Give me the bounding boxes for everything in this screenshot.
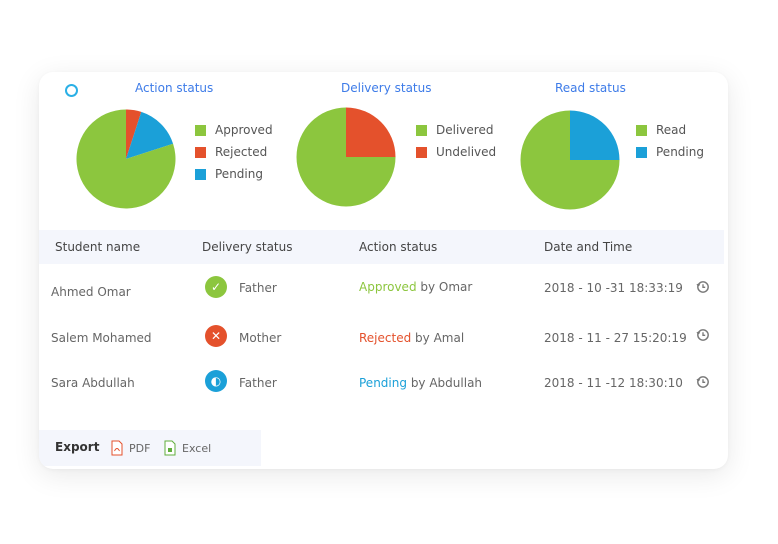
column-header-action-status[interactable]: Action status [359,230,437,264]
action-status-label: Rejected [359,331,412,345]
history-icon[interactable] [696,280,710,294]
pie-chart-read-status [520,110,620,210]
action-status-label: Approved [359,280,417,294]
legend-label: Rejected [215,145,268,159]
loading-ring-icon [65,84,78,97]
excel-label: Excel [182,441,212,455]
half-circle-icon: ◐ [205,370,227,392]
legend-item: Delivered [416,119,496,141]
legend-swatch [636,124,647,136]
legend-label: Read [656,123,687,137]
action-by: by Amal [415,331,465,345]
history-icon[interactable] [696,328,710,342]
legend-swatch [195,168,206,180]
action-status-text: Approved by Omar [359,279,472,295]
legend-item: Pending [195,163,273,185]
legend-item: Approved [195,119,273,141]
legend-swatch [195,146,206,158]
action-status-label: Pending [359,376,407,390]
legend-swatch [416,146,427,158]
legend-item: Read [636,119,704,141]
excel-file-icon [164,440,176,456]
table-row[interactable]: Ahmed Omar ✓ Father Approved by Omar 201… [39,271,728,311]
delivered-to: Father [239,376,277,390]
delivered-to: Mother [239,331,282,345]
chart-title-delivery-status: Delivery status [341,81,432,95]
legend-swatch [416,124,427,136]
column-header-date-time[interactable]: Date and Time [544,230,632,264]
history-icon[interactable] [696,375,710,389]
action-status-text: Pending by Abdullah [359,375,482,391]
pie-chart-delivery-status [296,107,396,207]
status-card: Action status Approved Rejected Pending … [39,72,728,469]
student-name: Ahmed Omar [51,285,131,299]
date-time: 2018 - 11 - 27 15:20:19 [544,331,687,345]
legend-label: Delivered [436,123,494,137]
student-name: Salem Mohamed [51,331,152,345]
column-header-delivery-status[interactable]: Delivery status [202,230,293,264]
chart-title-read-status: Read status [555,81,626,95]
pie-chart-action-status [76,109,176,209]
legend-item: Pending [636,141,704,163]
date-time: 2018 - 11 -12 18:30:10 [544,376,683,390]
pdf-label: PDF [129,441,151,455]
legend-swatch [195,124,206,136]
pie-slice-pending [570,110,620,160]
legend-item: Undelived [416,141,496,163]
legend-item: Rejected [195,141,273,163]
legend-label: Pending [656,145,704,159]
legend-action-status: Approved Rejected Pending [195,119,273,185]
pdf-file-icon [111,440,123,456]
date-time: 2018 - 10 -31 18:33:19 [544,281,683,295]
table-row[interactable]: Sara Abdullah ◐ Father Pending by Abdull… [39,362,728,402]
legend-read-status: Read Pending [636,119,704,163]
delivered-to: Father [239,281,277,295]
export-bar: Export PDF Excel [39,430,261,466]
student-name: Sara Abdullah [51,376,135,390]
legend-label: Undelived [436,145,497,159]
export-label: Export [55,440,100,454]
table-row[interactable]: Salem Mohamed ✕ Mother Rejected by Amal … [39,317,728,357]
check-icon: ✓ [205,276,227,298]
chart-title-action-status: Action status [135,81,214,95]
table-header: Student name Delivery status Action stat… [39,230,724,264]
legend-label: Approved [215,123,273,137]
legend-delivery-status: Delivered Undelived [416,119,496,163]
action-status-text: Rejected by Amal [359,330,464,346]
action-by: by Omar [420,280,473,294]
action-by: by Abdullah [410,376,483,390]
legend-swatch [636,146,647,158]
column-header-student-name[interactable]: Student name [55,230,140,264]
export-excel-button[interactable]: Excel [164,438,211,458]
legend-label: Pending [215,167,263,181]
pie-slice-undelived [346,107,396,157]
export-pdf-button[interactable]: PDF [111,438,150,458]
x-icon: ✕ [205,325,227,347]
